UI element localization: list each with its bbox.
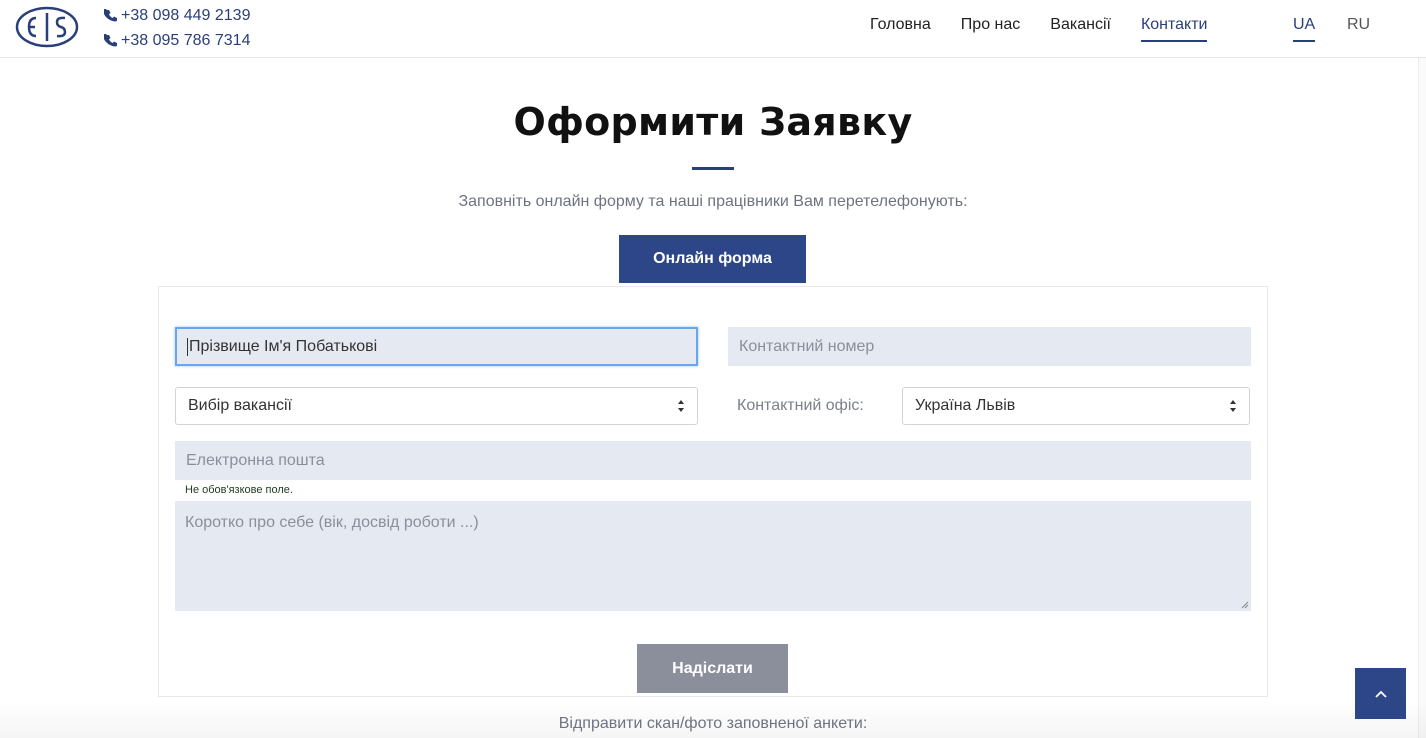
email-placeholder: Електронна пошта [186, 451, 325, 469]
phone-number: +38 098 449 2139 [121, 6, 251, 24]
office-label: Контактний офіс: [737, 397, 864, 414]
nav-item-contacts[interactable]: Контакти [1140, 14, 1208, 42]
office-select-value: Україна Львів [915, 397, 1016, 414]
phone-list: +38 098 449 2139 +38 095 786 7314 [104, 3, 250, 53]
page-scrollbar[interactable] [1418, 58, 1426, 738]
lang-ua[interactable]: UA [1293, 14, 1316, 42]
about-placeholder: Коротко про себе (вік, досвід роботи ...… [185, 514, 479, 531]
vacancy-select[interactable]: Вибір вакансії [175, 387, 698, 425]
phone-icon [104, 33, 117, 46]
phone-line-1[interactable]: +38 098 449 2139 [104, 3, 250, 28]
resize-handle-icon[interactable] [1241, 601, 1249, 609]
site-header: +38 098 449 2139 +38 095 786 7314 Головн… [0, 0, 1426, 58]
online-form-button[interactable]: Онлайн форма [619, 235, 806, 283]
title-underline [692, 167, 734, 170]
phone-line-2[interactable]: +38 095 786 7314 [104, 28, 250, 53]
vacancy-select-value: Вибір вакансії [188, 397, 292, 414]
nav-item-home[interactable]: Головна [870, 14, 931, 42]
submit-button[interactable]: Надіслати [637, 644, 788, 693]
section-subtitle: Заповніть онлайн форму та наші працівник… [458, 193, 968, 210]
email-input[interactable]: Електронна пошта [175, 441, 1251, 480]
main-nav: Головна Про нас Вакансії Контакти [870, 14, 1237, 42]
full-name-placeholder: Прізвище Ім'я Побатькові [189, 337, 378, 355]
phone-number-input[interactable]: Контактний номер [728, 327, 1251, 366]
scan-upload-text: Відправити скан/фото заповненої анкети: [558, 715, 868, 732]
chevron-up-icon [1374, 690, 1387, 698]
eis-logo[interactable] [15, 5, 79, 49]
lang-ru[interactable]: RU [1347, 14, 1370, 40]
select-arrows-icon [1230, 400, 1236, 412]
phone-icon [104, 8, 117, 21]
phone-placeholder: Контактний номер [739, 337, 875, 355]
full-name-input[interactable]: Прізвище Ім'я Побатькові [175, 327, 698, 366]
nav-item-vacancies[interactable]: Вакансії [1050, 14, 1111, 42]
email-hint: Не обов'язкове поле. [185, 484, 293, 496]
scroll-to-top-button[interactable] [1355, 668, 1406, 719]
page-title: Оформити Заявку [513, 100, 913, 144]
about-textarea[interactable]: Коротко про себе (вік, досвід роботи ...… [175, 501, 1251, 611]
text-caret [187, 337, 188, 356]
office-select[interactable]: Україна Львів [902, 387, 1250, 425]
nav-item-about[interactable]: Про нас [961, 14, 1020, 42]
select-arrows-icon [678, 400, 684, 412]
phone-number: +38 095 786 7314 [121, 31, 251, 49]
